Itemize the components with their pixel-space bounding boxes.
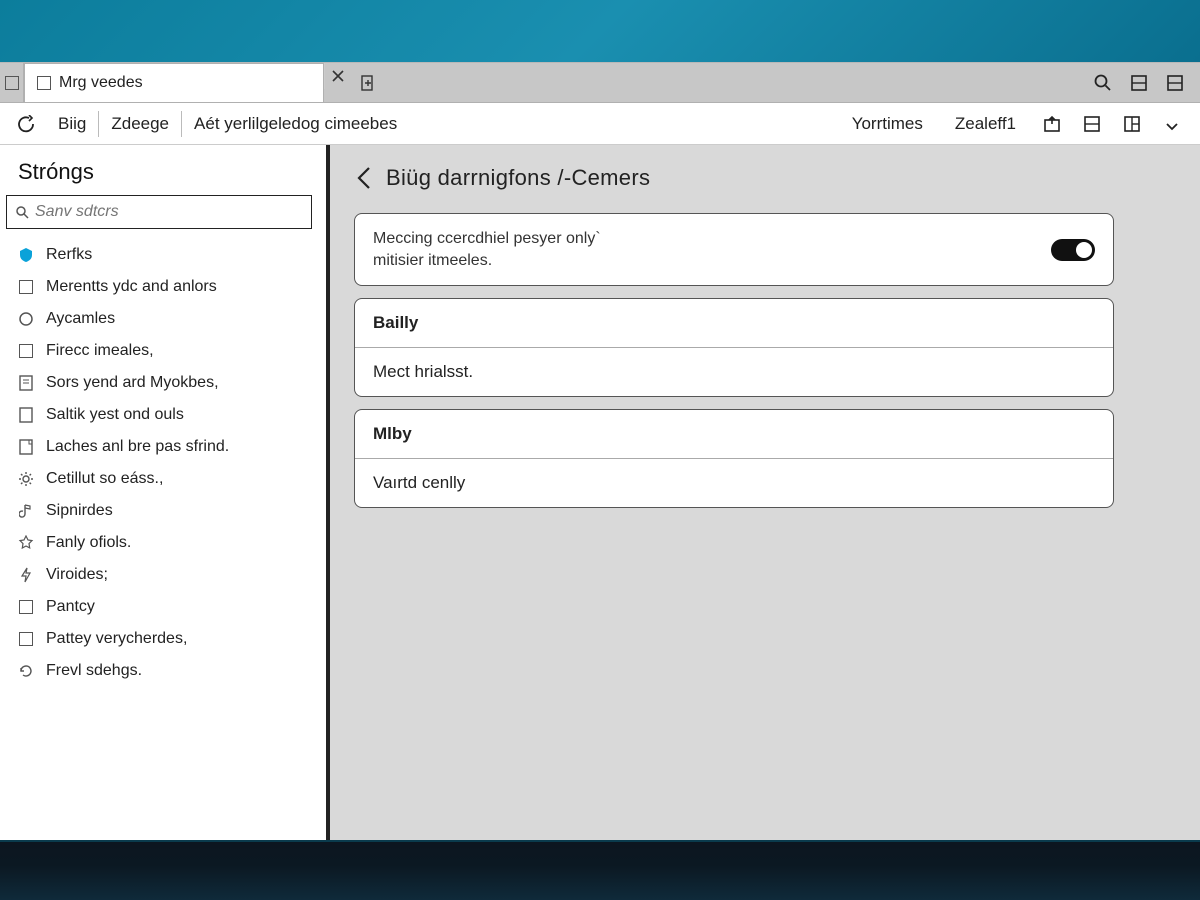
- sidebar-item-13[interactable]: Frevl sdehgs.: [0, 655, 326, 687]
- card2-head[interactable]: Mlby: [355, 410, 1113, 458]
- browser-window: Mrg veedes: [0, 62, 1200, 840]
- sidebar-item-label: Cetillut so eáss.,: [46, 470, 163, 488]
- square-icon: [16, 341, 36, 361]
- grid-icon[interactable]: [1080, 112, 1104, 136]
- sidebar-item-label: Frevl sdehgs.: [46, 662, 142, 680]
- card-toggle: Meccing ccercdhiel pesyer only` mitisier…: [354, 213, 1114, 286]
- panel-icon[interactable]: [1128, 72, 1150, 94]
- sidebar-item-label: Aycamles: [46, 310, 115, 328]
- sidebar-item-5[interactable]: Saltik yest ond ouls: [0, 399, 326, 431]
- toolbar-right-2[interactable]: Zealeff1: [947, 114, 1024, 134]
- toolbar-item-2[interactable]: Zdeege: [99, 103, 181, 144]
- sidebar-item-label: Firecc imeales,: [46, 342, 154, 360]
- card-group-1: Bailly Mect hrialsst.: [354, 298, 1114, 397]
- sidebar-item-11[interactable]: Pantcy: [0, 591, 326, 623]
- new-tab-button[interactable]: [350, 63, 388, 102]
- toolbar-item-1[interactable]: Biig: [46, 103, 98, 144]
- card1-head[interactable]: Bailly: [355, 299, 1113, 347]
- sidebar-item-0[interactable]: Rerfks: [0, 239, 326, 271]
- sidebar-item-1[interactable]: Merentts ydc and anlors: [0, 271, 326, 303]
- toggle-description: Meccing ccercdhiel pesyer only` mitisier…: [373, 228, 601, 271]
- doc2-icon: [16, 405, 36, 425]
- sidebar-item-label: Fanly ofiols.: [46, 534, 131, 552]
- sidebar-item-9[interactable]: Fanly ofiols.: [0, 527, 326, 559]
- panel2-icon[interactable]: [1164, 72, 1186, 94]
- sidebar-item-label: Pattey verycherdes,: [46, 630, 187, 648]
- main-panel: Biüg darrnigfons /-Cemers Meccing ccercd…: [330, 145, 1200, 840]
- sidebar-item-3[interactable]: Firecc imeales,: [0, 335, 326, 367]
- card2-row[interactable]: Vaırtd cenlly: [355, 458, 1113, 507]
- sidebar-item-8[interactable]: Sipnirdes: [0, 495, 326, 527]
- square-icon: [16, 597, 36, 617]
- bolt-icon: [16, 565, 36, 585]
- layout-icon[interactable]: [1120, 112, 1144, 136]
- page-icon: [16, 437, 36, 457]
- tab-title: Mrg veedes: [59, 74, 311, 92]
- tab-close-button[interactable]: [324, 63, 350, 89]
- search-icon[interactable]: [1092, 72, 1114, 94]
- card1-row[interactable]: Mect hrialsst.: [355, 347, 1113, 396]
- sidebar-item-label: Rerfks: [46, 246, 92, 264]
- tab-bar: Mrg veedes: [0, 63, 1200, 103]
- sidebar-item-10[interactable]: Viroides;: [0, 559, 326, 591]
- sidebar-item-label: Sipnirdes: [46, 502, 113, 520]
- main-title: Biüg darrnigfons /-Cemers: [386, 165, 650, 191]
- sidebar-item-label: Viroides;: [46, 566, 108, 584]
- main-back-button[interactable]: [354, 165, 376, 191]
- sidebar-item-label: Laches anl bre pas sfrind.: [46, 438, 229, 456]
- sidebar-item-6[interactable]: Laches anl bre pas sfrind.: [0, 431, 326, 463]
- toolbar-item-3[interactable]: Aét yerlilgeledog cimeebes: [182, 103, 409, 144]
- refresh-icon: [16, 661, 36, 681]
- sidebar-item-label: Saltik yest ond ouls: [46, 406, 184, 424]
- sidebar-search[interactable]: [6, 195, 312, 229]
- sidebar-item-label: Pantcy: [46, 598, 95, 616]
- square-icon: [16, 629, 36, 649]
- toggle-switch[interactable]: [1051, 239, 1095, 261]
- page-icon: [37, 76, 51, 90]
- taskbar[interactable]: [0, 840, 1200, 900]
- export-icon[interactable]: [1040, 112, 1064, 136]
- sidebar-title: Stróngs: [0, 159, 326, 195]
- note-icon: [16, 501, 36, 521]
- sidebar-item-4[interactable]: Sors yend ard Myokbes,: [0, 367, 326, 399]
- circle-icon: [16, 309, 36, 329]
- search-small-icon: [15, 205, 29, 219]
- sidebar-item-2[interactable]: Aycamles: [0, 303, 326, 335]
- doc-icon: [16, 373, 36, 393]
- square-icon: [16, 277, 36, 297]
- star-icon: [16, 533, 36, 553]
- sidebar-item-label: Merentts ydc and anlors: [46, 278, 217, 296]
- toolbar: Biig Zdeege Aét yerlilgeledog cimeebes Y…: [0, 103, 1200, 145]
- back-button[interactable]: [8, 115, 46, 133]
- more-icon[interactable]: [1160, 112, 1184, 136]
- shield-icon: [16, 245, 36, 265]
- sidebar-list: Rerfks Merentts ydc and anlors Aycamles …: [0, 239, 326, 687]
- toolbar-right-1[interactable]: Yorrtimes: [844, 114, 931, 134]
- sidebar: Stróngs Rerfks Merentts ydc and anlors A…: [0, 145, 330, 840]
- sidebar-item-12[interactable]: Pattey verycherdes,: [0, 623, 326, 655]
- sidebar-search-input[interactable]: [35, 203, 303, 221]
- sidebar-item-label: Sors yend ard Myokbes,: [46, 374, 219, 392]
- tab-pre-icon[interactable]: [0, 63, 24, 102]
- browser-tab[interactable]: Mrg veedes: [24, 63, 324, 102]
- gear-icon: [16, 469, 36, 489]
- card-group-2: Mlby Vaırtd cenlly: [354, 409, 1114, 508]
- sidebar-item-7[interactable]: Cetillut so eáss.,: [0, 463, 326, 495]
